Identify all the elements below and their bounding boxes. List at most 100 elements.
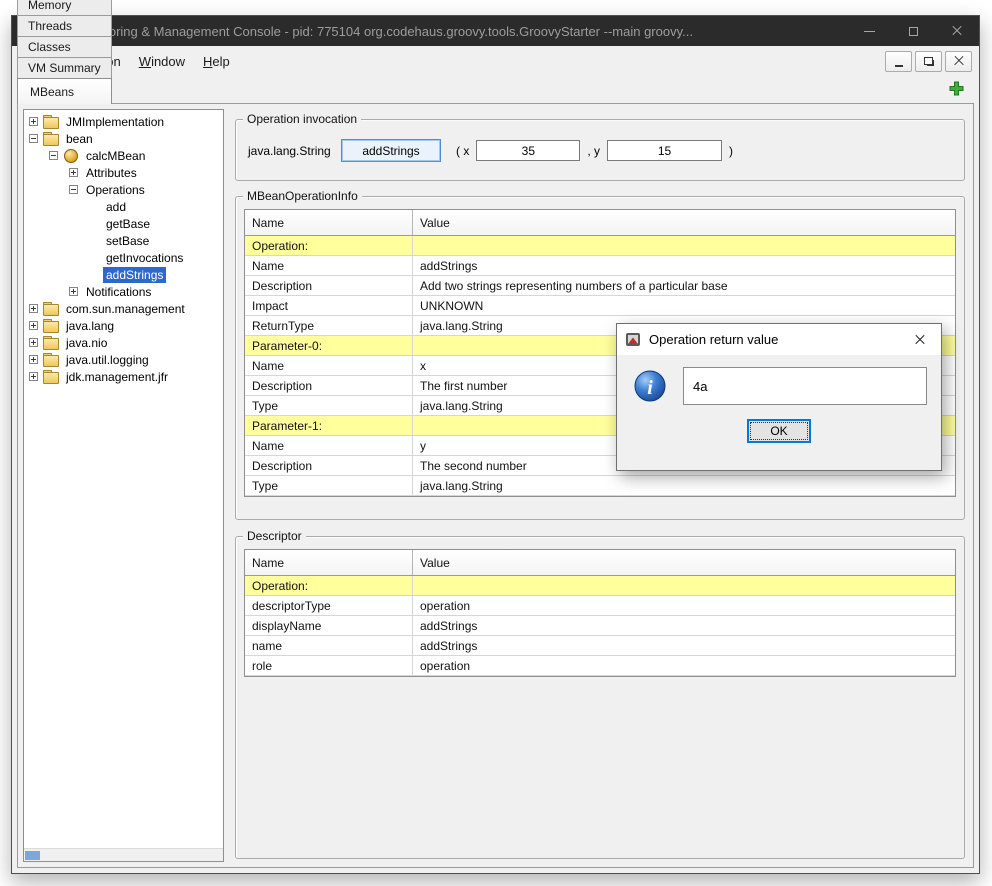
- tabs: OverviewMemoryThreadsClassesVM SummaryMB…: [17, 0, 111, 103]
- mbean-tree-panel: JMImplementation bean calcMBean: [23, 109, 224, 862]
- menu-item[interactable]: Help: [195, 50, 238, 73]
- expander-icon[interactable]: [29, 338, 38, 347]
- tree-item-label: Operations: [83, 182, 148, 198]
- tree-item[interactable]: Notifications: [24, 283, 223, 300]
- param-open-label: ( x: [456, 144, 469, 158]
- expander-icon[interactable]: [69, 287, 78, 296]
- dialog-body: i OK: [617, 355, 941, 470]
- tab[interactable]: Threads: [17, 15, 112, 36]
- param-y-input[interactable]: [607, 140, 722, 161]
- column-header-name[interactable]: Name: [245, 550, 413, 575]
- tab[interactable]: VM Summary: [17, 57, 112, 78]
- cell-name: Name: [245, 256, 413, 275]
- tree-node-icon: [43, 336, 59, 349]
- tree-item[interactable]: setBase: [24, 232, 223, 249]
- table-row[interactable]: role operation: [245, 656, 955, 676]
- tree-item[interactable]: calcMBean: [24, 147, 223, 164]
- tree-node-icon: [43, 302, 59, 315]
- scrollbar-thumb[interactable]: [25, 851, 40, 860]
- expander-icon[interactable]: [49, 151, 58, 160]
- frame-close-icon[interactable]: [945, 51, 972, 72]
- cell-name: Name: [245, 436, 413, 455]
- ok-button[interactable]: OK: [747, 419, 811, 443]
- expander-icon[interactable]: [29, 321, 38, 330]
- menubar: ConnectionWindowHelp: [12, 46, 979, 76]
- tree-node-icon: [43, 370, 59, 383]
- frame-restore-icon[interactable]: [915, 51, 942, 72]
- tab[interactable]: Memory: [17, 0, 112, 15]
- return-value-field[interactable]: [683, 367, 927, 405]
- table-row[interactable]: Type java.lang.String: [245, 476, 955, 496]
- cell-value: UNKNOWN: [413, 296, 955, 315]
- table-row[interactable]: name addStrings: [245, 636, 955, 656]
- tree-node-icon: [43, 319, 59, 332]
- internal-frame-controls: [885, 51, 979, 72]
- tree-item-label: java.lang: [63, 318, 117, 334]
- cell-name: Operation:: [245, 236, 413, 255]
- expander-icon[interactable]: [29, 372, 38, 381]
- tree-item[interactable]: java.util.logging: [24, 351, 223, 368]
- cell-name: Impact: [245, 296, 413, 315]
- tree-item[interactable]: bean: [24, 130, 223, 147]
- tree-item[interactable]: com.sun.management: [24, 300, 223, 317]
- tree-item[interactable]: Attributes: [24, 164, 223, 181]
- cell-value: [413, 236, 955, 255]
- expander-icon[interactable]: [29, 117, 38, 126]
- info-icon: i: [633, 369, 667, 403]
- tree-item[interactable]: add: [24, 198, 223, 215]
- cell-value: java.lang.String: [413, 476, 955, 495]
- column-header-value[interactable]: Value: [413, 550, 955, 575]
- tree-item-label: JMImplementation: [63, 114, 167, 130]
- expander-icon[interactable]: [29, 355, 38, 364]
- jconsole-icon: [625, 332, 641, 348]
- tree-item[interactable]: addStrings: [24, 266, 223, 283]
- table-row[interactable]: displayName addStrings: [245, 616, 955, 636]
- addstrings-button[interactable]: addStrings: [341, 139, 441, 162]
- expander-icon[interactable]: [69, 185, 78, 194]
- tab-bar: OverviewMemoryThreadsClassesVM SummaryMB…: [12, 76, 979, 103]
- tree-node-icon: [43, 115, 59, 128]
- tab[interactable]: MBeans: [17, 78, 112, 104]
- expander-icon[interactable]: [69, 168, 78, 177]
- dialog-title: Operation return value: [649, 332, 899, 347]
- minimize-icon[interactable]: [847, 16, 891, 46]
- descriptor-table: Name Value Operation: descriptorType: [244, 549, 956, 677]
- table-row[interactable]: Name addStrings: [245, 256, 955, 276]
- cell-name: Parameter-1:: [245, 416, 413, 435]
- cell-value: operation: [413, 596, 955, 615]
- cell-name: Description: [245, 276, 413, 295]
- menu-item[interactable]: Window: [131, 50, 193, 73]
- tree-item[interactable]: java.nio: [24, 334, 223, 351]
- expander-icon[interactable]: [29, 304, 38, 313]
- tree-item[interactable]: java.lang: [24, 317, 223, 334]
- cell-value: Add two strings representing numbers of …: [413, 276, 955, 295]
- table-header: Name Value: [245, 210, 955, 236]
- table-row[interactable]: Impact UNKNOWN: [245, 296, 955, 316]
- close-icon[interactable]: [935, 16, 979, 46]
- tree-item[interactable]: getBase: [24, 215, 223, 232]
- maximize-icon[interactable]: [891, 16, 935, 46]
- tree-horizontal-scrollbar[interactable]: [24, 848, 223, 861]
- column-header-name[interactable]: Name: [245, 210, 413, 235]
- table-row[interactable]: Operation:: [245, 576, 955, 596]
- table-row[interactable]: Operation:: [245, 236, 955, 256]
- new-connection-plus-icon[interactable]: [949, 81, 964, 96]
- cell-value: addStrings: [413, 616, 955, 635]
- column-header-value[interactable]: Value: [413, 210, 955, 235]
- tab[interactable]: Classes: [17, 36, 112, 57]
- tree-item-label: bean: [63, 131, 96, 147]
- table-row[interactable]: Description Add two strings representing…: [245, 276, 955, 296]
- cell-name: Parameter-0:: [245, 336, 413, 355]
- tree-item[interactable]: JMImplementation: [24, 113, 223, 130]
- tree-item[interactable]: Operations: [24, 181, 223, 198]
- dialog-close-icon[interactable]: [899, 324, 941, 355]
- tree-item[interactable]: jdk.management.jfr: [24, 368, 223, 385]
- expander-icon[interactable]: [29, 134, 38, 143]
- table-row[interactable]: descriptorType operation: [245, 596, 955, 616]
- cell-name: Name: [245, 356, 413, 375]
- table-body: Operation: descriptorType operation disp…: [245, 576, 955, 676]
- param-x-input[interactable]: [476, 140, 580, 161]
- tree-item[interactable]: getInvocations: [24, 249, 223, 266]
- details-panel: Operation invocation java.lang.String ad…: [232, 109, 968, 862]
- frame-minimize-icon[interactable]: [885, 51, 912, 72]
